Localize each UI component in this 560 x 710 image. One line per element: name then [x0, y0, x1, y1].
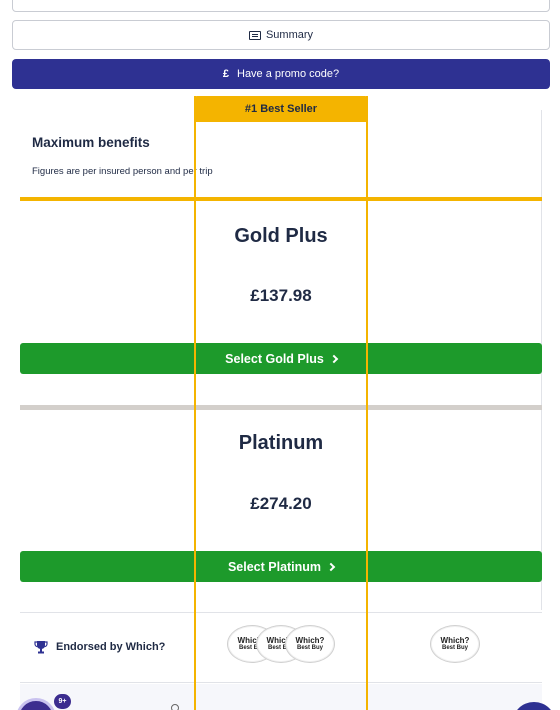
best-seller-banner: #1 Best Seller	[194, 96, 368, 122]
notification-badge: 9+	[54, 694, 71, 709]
which-best-buy-badge: Which? Best Buy	[430, 625, 480, 663]
pound-icon: £	[222, 68, 229, 80]
endorsed-label: Endorsed by Which?	[56, 641, 166, 653]
recommended-column-highlight	[194, 96, 368, 710]
summary-label: Summary	[265, 29, 314, 41]
promo-label: Have a promo code?	[237, 68, 340, 80]
summary-button[interactable]: Summary	[12, 20, 550, 50]
info-icon[interactable]	[171, 704, 179, 710]
previous-button[interactable]	[12, 0, 550, 12]
benefits-note: Figures are per insured person and per t…	[32, 166, 213, 177]
list-icon	[248, 30, 261, 40]
trophy-icon	[34, 641, 48, 654]
benefits-title: Maximum benefits	[32, 135, 150, 150]
badge-title: Which?	[440, 635, 470, 645]
badge-subtitle: Best Buy	[441, 644, 468, 651]
promo-code-button[interactable]: £ Have a promo code?	[12, 59, 550, 89]
